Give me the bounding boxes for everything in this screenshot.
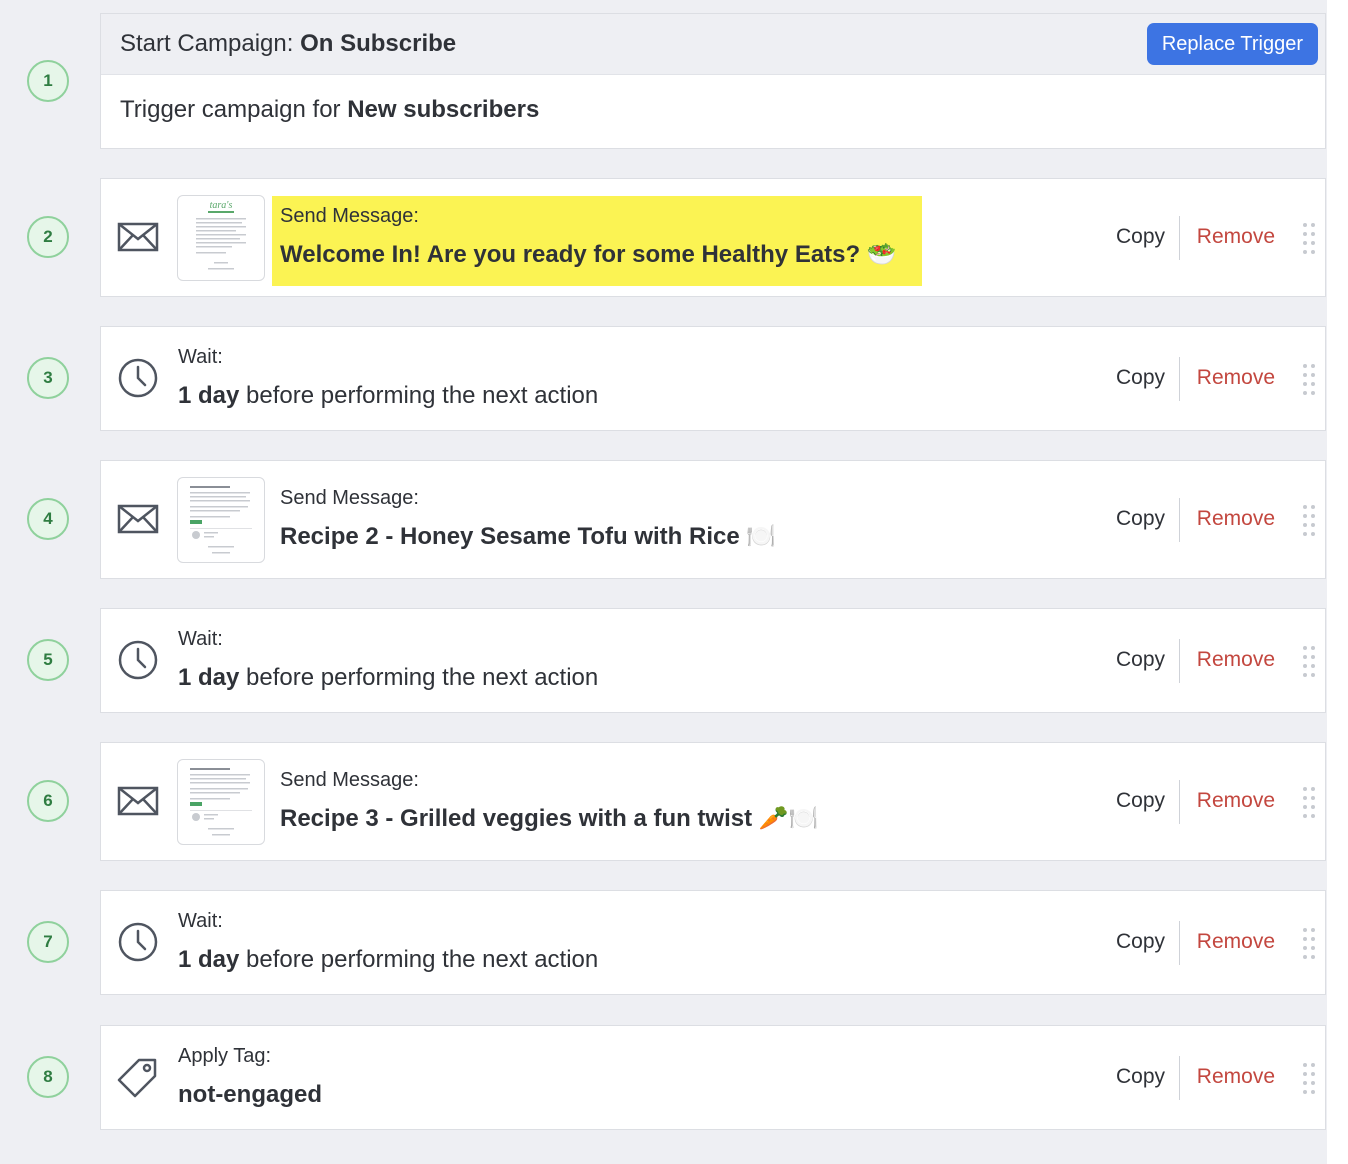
message-subject: Welcome In! Are you ready for some Healt… bbox=[280, 240, 897, 270]
drag-handle-icon[interactable] bbox=[1302, 222, 1316, 254]
clock-icon bbox=[117, 921, 159, 963]
envelope-icon bbox=[117, 780, 159, 822]
step-label: Wait: bbox=[178, 910, 223, 932]
tag-name-text: not-engaged bbox=[178, 1081, 322, 1108]
drag-handle-icon[interactable] bbox=[1302, 504, 1316, 536]
step-card-message[interactable]: Send Message: Recipe 3 - Grilled veggies… bbox=[100, 742, 1326, 861]
tag-name: not-engaged bbox=[178, 1080, 322, 1110]
newsletter-thumbnail[interactable]: tara's bbox=[177, 195, 265, 281]
wait-amount: 1 day bbox=[178, 946, 240, 973]
wait-content: Wait: 1 day before performing the next a… bbox=[178, 627, 598, 693]
step-label: Send Message: bbox=[280, 769, 419, 791]
divider bbox=[1179, 780, 1180, 824]
step-number-8: 8 bbox=[27, 1056, 69, 1098]
trigger-card: Start Campaign: On Subscribe Replace Tri… bbox=[100, 13, 1326, 149]
divider bbox=[1179, 921, 1180, 965]
message-subject-text: Recipe 3 - Grilled veggies with a fun tw… bbox=[280, 805, 819, 832]
replace-trigger-button[interactable]: Replace Trigger bbox=[1146, 23, 1318, 65]
divider bbox=[1179, 357, 1180, 401]
step-card-tag[interactable]: Apply Tag: not-engaged Copy Remove bbox=[100, 1025, 1326, 1130]
wait-description: 1 day before performing the next action bbox=[178, 381, 598, 411]
wait-amount: 1 day bbox=[178, 664, 240, 691]
step-label: Send Message: bbox=[280, 487, 419, 509]
drag-handle-icon[interactable] bbox=[1302, 645, 1316, 677]
trigger-header: Start Campaign: On Subscribe Replace Tri… bbox=[101, 14, 1325, 75]
clock-icon bbox=[117, 357, 159, 399]
wait-description-text: before performing the next action bbox=[239, 946, 599, 973]
newsletter-thumbnail[interactable] bbox=[177, 477, 265, 563]
remove-button[interactable]: Remove bbox=[1197, 225, 1275, 249]
message-content: Send Message: Recipe 3 - Grilled veggies… bbox=[280, 768, 819, 834]
trigger-title: Start Campaign: On Subscribe bbox=[120, 30, 456, 58]
step-card-message[interactable]: Send Message: Recipe 2 - Honey Sesame To… bbox=[100, 460, 1326, 579]
step-label: Wait: bbox=[178, 628, 223, 650]
wait-content: Wait: 1 day before performing the next a… bbox=[178, 345, 598, 411]
copy-button[interactable]: Copy bbox=[1116, 507, 1165, 531]
copy-button[interactable]: Copy bbox=[1116, 930, 1165, 954]
copy-button[interactable]: Copy bbox=[1116, 648, 1165, 672]
remove-button[interactable]: Remove bbox=[1197, 648, 1275, 672]
divider bbox=[1179, 1056, 1180, 1100]
wait-description-text: before performing the next action bbox=[239, 664, 599, 691]
envelope-icon bbox=[117, 498, 159, 540]
wait-description: 1 day before performing the next action bbox=[178, 663, 598, 693]
trigger-title-value: On Subscribe bbox=[300, 30, 457, 57]
message-subject-text: Welcome In! Are you ready for some Healt… bbox=[280, 241, 897, 268]
wait-description: 1 day before performing the next action bbox=[178, 945, 598, 975]
drag-handle-icon[interactable] bbox=[1302, 786, 1316, 818]
remove-button[interactable]: Remove bbox=[1197, 930, 1275, 954]
step-number-6: 6 bbox=[27, 780, 69, 822]
copy-button[interactable]: Copy bbox=[1116, 225, 1165, 249]
step-number-1: 1 bbox=[27, 60, 69, 102]
page-edge bbox=[1327, 0, 1348, 1164]
clock-icon bbox=[117, 639, 159, 681]
tag-content: Apply Tag: not-engaged bbox=[178, 1044, 322, 1110]
step-label: Wait: bbox=[178, 346, 223, 368]
copy-button[interactable]: Copy bbox=[1116, 789, 1165, 813]
wait-amount: 1 day bbox=[178, 382, 240, 409]
step-card-wait[interactable]: Wait: 1 day before performing the next a… bbox=[100, 326, 1326, 431]
message-subject: Recipe 3 - Grilled veggies with a fun tw… bbox=[280, 804, 819, 834]
message-content: Send Message: Recipe 2 - Honey Sesame To… bbox=[280, 486, 776, 552]
wait-description-text: before performing the next action bbox=[239, 382, 599, 409]
tag-icon bbox=[117, 1056, 159, 1098]
remove-button[interactable]: Remove bbox=[1197, 366, 1275, 390]
step-card-wait[interactable]: Wait: 1 day before performing the next a… bbox=[100, 608, 1326, 713]
divider bbox=[1179, 639, 1180, 683]
step-label: Apply Tag: bbox=[178, 1045, 272, 1067]
wait-content: Wait: 1 day before performing the next a… bbox=[178, 909, 598, 975]
step-card-message[interactable]: tara's Send Message: Welcome In! Are you… bbox=[100, 178, 1326, 297]
message-subject: Recipe 2 - Honey Sesame Tofu with Rice 🍽… bbox=[280, 522, 776, 552]
trigger-description-value: New subscribers bbox=[347, 96, 540, 123]
step-number-5: 5 bbox=[27, 639, 69, 681]
trigger-title-prefix: Start Campaign: bbox=[120, 30, 301, 57]
step-number-3: 3 bbox=[27, 357, 69, 399]
divider bbox=[1179, 498, 1180, 542]
step-label: Send Message: bbox=[280, 205, 419, 227]
step-number-4: 4 bbox=[27, 498, 69, 540]
drag-handle-icon[interactable] bbox=[1302, 927, 1316, 959]
message-subject-text: Recipe 2 - Honey Sesame Tofu with Rice 🍽… bbox=[280, 523, 777, 550]
step-card-wait[interactable]: Wait: 1 day before performing the next a… bbox=[100, 890, 1326, 995]
message-content: Send Message: Welcome In! Are you ready … bbox=[280, 204, 897, 270]
envelope-icon bbox=[117, 216, 159, 258]
trigger-description-prefix: Trigger campaign for bbox=[120, 96, 348, 123]
trigger-description: Trigger campaign for New subscribers bbox=[120, 96, 539, 124]
drag-handle-icon[interactable] bbox=[1302, 363, 1316, 395]
newsletter-thumbnail[interactable] bbox=[177, 759, 265, 845]
step-number-7: 7 bbox=[27, 921, 69, 963]
copy-button[interactable]: Copy bbox=[1116, 1065, 1165, 1089]
svg-text:tara's: tara's bbox=[210, 200, 233, 211]
remove-button[interactable]: Remove bbox=[1197, 507, 1275, 531]
remove-button[interactable]: Remove bbox=[1197, 789, 1275, 813]
remove-button[interactable]: Remove bbox=[1197, 1065, 1275, 1089]
divider bbox=[1179, 216, 1180, 260]
step-number-2: 2 bbox=[27, 216, 69, 258]
drag-handle-icon[interactable] bbox=[1302, 1062, 1316, 1094]
copy-button[interactable]: Copy bbox=[1116, 366, 1165, 390]
